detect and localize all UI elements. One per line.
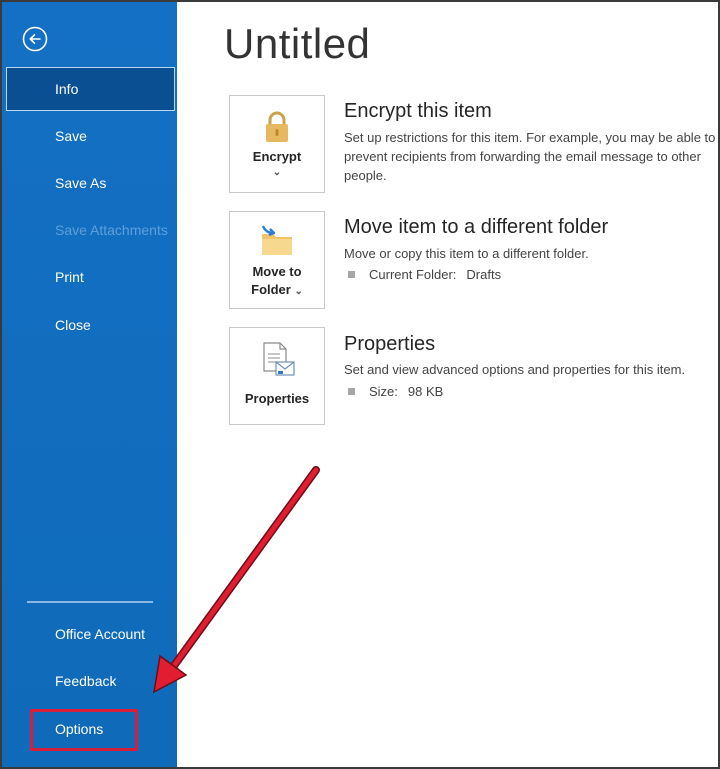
properties-section-description: Set and view advanced options and proper… (344, 362, 686, 377)
nav-item-save[interactable]: Save (6, 114, 175, 158)
nav-item-feedback[interactable]: Feedback (6, 659, 175, 703)
backstage-sidebar: Info Save Save As Save Attachments Print… (2, 2, 177, 767)
current-folder-value: Drafts (466, 267, 502, 282)
bullet-icon (348, 271, 355, 278)
move-to-folder-label-line2: Folder ⌄ (230, 281, 324, 301)
bullet-icon (348, 388, 355, 395)
back-arrow-icon[interactable] (22, 26, 48, 52)
chevron-down-icon: ⌄ (294, 286, 303, 297)
properties-button[interactable]: Properties (229, 327, 325, 425)
nav-item-office-account[interactable]: Office Account (6, 612, 175, 656)
nav-item-save-attachments: Save Attachments (55, 222, 168, 238)
nav-item-save-as[interactable]: Save As (6, 161, 175, 205)
encrypt-section-title: Encrypt this item (344, 100, 492, 122)
backstage-window: Info Save Save As Save Attachments Print… (0, 0, 720, 769)
move-section-description: Move or copy this item to a different fo… (344, 246, 589, 261)
properties-button-label: Properties (244, 391, 310, 406)
chevron-down-icon: ⌄ (272, 167, 282, 178)
nav-divider (27, 601, 153, 603)
nav-item-info[interactable]: Info (6, 67, 175, 111)
move-to-folder-label-line1: Move to (252, 264, 302, 279)
size-property: Size: 98 KB (348, 384, 443, 399)
folder-move-icon (258, 224, 296, 263)
size-label: Size: (369, 384, 398, 399)
move-section-title: Move item to a different folder (344, 216, 609, 238)
nav-item-print[interactable]: Print (6, 255, 175, 299)
properties-section-title: Properties (344, 333, 436, 355)
lock-icon (262, 110, 292, 149)
move-to-folder-label-text: Folder (251, 282, 291, 297)
size-value: 98 KB (407, 384, 444, 399)
move-to-folder-button[interactable]: Move to Folder ⌄ (229, 211, 325, 309)
page-title: Untitled (224, 20, 371, 67)
document-properties-icon (258, 340, 298, 385)
options-highlight-box (30, 709, 138, 751)
current-folder-label: Current Folder: (369, 267, 457, 282)
encrypt-button[interactable]: Encrypt ⌄ (229, 95, 325, 193)
nav-item-close[interactable]: Close (6, 303, 175, 347)
encrypt-section-description: Set up restrictions for this item. For e… (344, 130, 716, 183)
current-folder-property: Current Folder: Drafts (348, 267, 501, 282)
